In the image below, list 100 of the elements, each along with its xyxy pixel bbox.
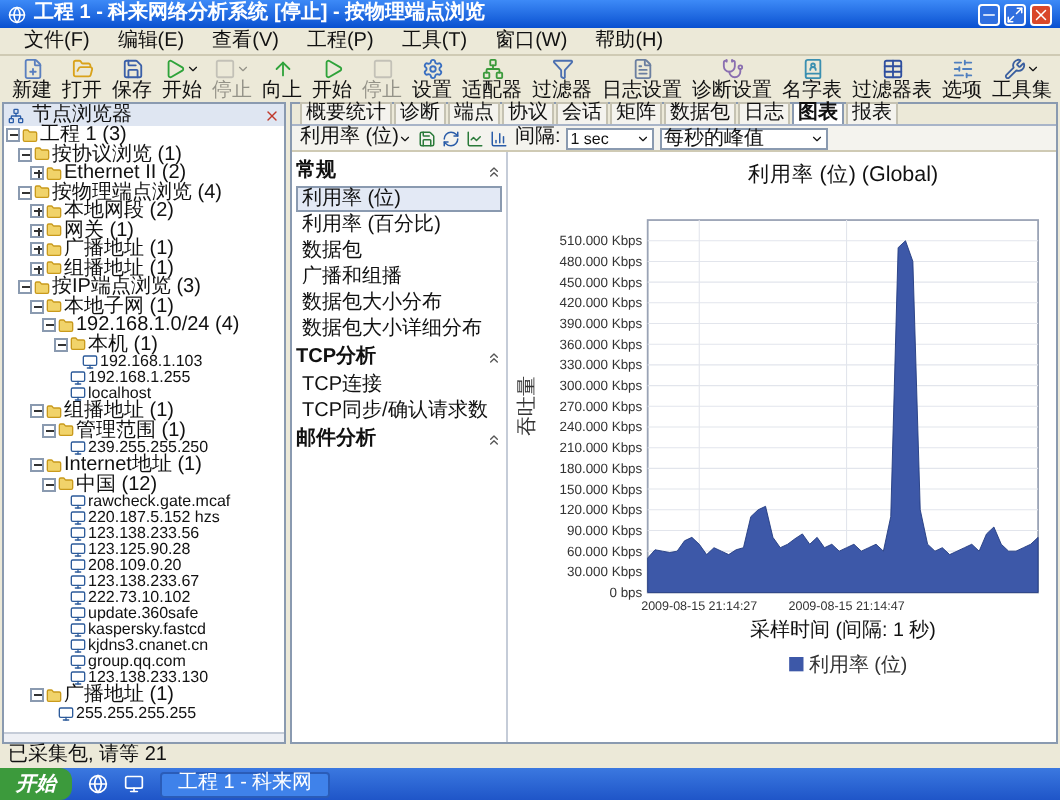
tab[interactable]: 矩阵	[610, 102, 662, 124]
toolbar-button[interactable]: 名字表	[778, 57, 846, 101]
tree-item[interactable]: 123.138.233.67	[88, 574, 200, 590]
tree-item[interactable]: Ethernet II (2)	[64, 164, 187, 183]
tab[interactable]: 图表	[792, 102, 844, 124]
menu-item[interactable]: 文件(F)	[24, 31, 90, 51]
maximize-icon[interactable]	[1004, 3, 1026, 25]
tree-item[interactable]: 220.187.5.152 hzs	[88, 510, 220, 526]
toolbar-button[interactable]: 工具集	[988, 57, 1056, 101]
tree-item[interactable]: 工程 1 (3)	[40, 126, 127, 145]
tree-item[interactable]: update.360safe	[88, 606, 199, 622]
menu-item[interactable]: 工程(P)	[306, 31, 374, 51]
tree-item[interactable]: 广播地址 (1)	[64, 686, 174, 705]
toolbar-button[interactable]: 打开	[58, 57, 106, 101]
menu-item[interactable]: 窗口(W)	[495, 31, 568, 51]
tree-item[interactable]: 管理范围 (1)	[76, 421, 186, 440]
tab[interactable]: 诊断	[394, 102, 446, 124]
chart-list-item[interactable]: 数据包大小详细分布	[296, 316, 502, 342]
collapse-toggle[interactable]	[18, 280, 32, 295]
tree-item[interactable]: 按IP端点浏览 (3)	[52, 278, 201, 297]
collapse-icon[interactable]	[486, 164, 502, 180]
tree-item[interactable]: 222.73.10.102	[88, 590, 191, 606]
tree-item[interactable]: 按物理端点浏览 (4)	[52, 183, 222, 202]
collapse-toggle[interactable]	[30, 688, 44, 703]
tree-item[interactable]: 192.168.1.0/24 (4)	[76, 316, 240, 335]
tree-item[interactable]: 239.255.255.250	[88, 440, 209, 456]
expand-toggle[interactable]	[30, 261, 44, 276]
chart-list-item[interactable]: 利用率 (位)	[296, 186, 502, 212]
tree-item[interactable]: 192.168.1.103	[100, 354, 203, 370]
tree-item[interactable]: 按协议浏览 (1)	[52, 145, 182, 164]
tab[interactable]: 数据包	[664, 102, 736, 124]
line-chart-icon[interactable]	[466, 129, 485, 147]
tab[interactable]: 日志	[738, 102, 790, 124]
tree-item[interactable]: 123.125.90.28	[88, 542, 191, 558]
collapse-toggle[interactable]	[6, 128, 20, 143]
tree-item[interactable]: kaspersky.fastcd	[88, 622, 206, 638]
menu-item[interactable]: 工具(T)	[401, 31, 468, 51]
collapse-toggle[interactable]	[30, 404, 44, 419]
metric-dropdown[interactable]: 利用率 (位)	[300, 128, 413, 148]
quick-launch-icon[interactable]	[88, 774, 108, 794]
tree-item[interactable]: 组播地址 (1)	[64, 402, 174, 421]
collapse-toggle[interactable]	[18, 147, 32, 162]
tree-item[interactable]: localhost	[88, 386, 152, 402]
mode-dropdown[interactable]: 每秒的峰值	[660, 127, 829, 149]
toolbar-button[interactable]: 向上	[258, 57, 306, 101]
toolbar-button[interactable]: 选项	[938, 57, 986, 101]
toolbar-button[interactable]: 开始	[308, 57, 356, 101]
tree-item[interactable]: 208.109.0.20	[88, 558, 182, 574]
toolbar-button[interactable]: 适配器	[458, 57, 526, 101]
tree-item[interactable]: 本机 (1)	[88, 335, 158, 354]
collapse-toggle[interactable]	[30, 299, 44, 314]
interval-dropdown[interactable]: 1 sec	[566, 127, 655, 149]
collapse-icon[interactable]	[486, 350, 502, 366]
refresh-icon[interactable]	[442, 129, 461, 147]
tree-item[interactable]: 本地网段 (2)	[64, 202, 174, 221]
chart-list-item[interactable]: 数据包	[296, 238, 502, 264]
save-icon[interactable]	[418, 129, 437, 147]
expand-toggle[interactable]	[30, 223, 44, 238]
tree-item[interactable]: 组播地址 (1)	[64, 259, 174, 278]
collapse-toggle[interactable]	[42, 423, 56, 438]
toolbar-button[interactable]: 日志设置	[598, 57, 686, 101]
toolbar-button[interactable]: 开始	[158, 57, 206, 101]
toolbar-button[interactable]: 设置	[408, 57, 456, 101]
tree-item[interactable]: group.qq.com	[88, 654, 186, 670]
collapse-icon[interactable]	[486, 432, 502, 448]
chart-list-item[interactable]: 利用率 (百分比)	[296, 212, 502, 238]
tab[interactable]: 概要统计	[300, 102, 392, 124]
tab[interactable]: 端点	[448, 102, 500, 124]
tab[interactable]: 会话	[556, 102, 608, 124]
horizontal-scrollbar[interactable]	[4, 732, 284, 742]
taskbar-item[interactable]: 工程 1 - 科来网	[160, 771, 331, 797]
menu-item[interactable]: 帮助(H)	[595, 31, 664, 51]
collapse-toggle[interactable]	[54, 337, 68, 352]
expand-toggle[interactable]	[30, 204, 44, 219]
tree-item[interactable]: Internet地址 (1)	[64, 456, 202, 475]
minimize-icon[interactable]	[978, 3, 1000, 25]
tree-item[interactable]: 网关 (1)	[64, 221, 134, 240]
tree-item[interactable]: 123.138.233.130	[88, 670, 209, 686]
chart-list-item[interactable]: 数据包大小分布	[296, 290, 502, 316]
tree-item[interactable]: 广播地址 (1)	[64, 240, 174, 259]
tree-item[interactable]: 255.255.255.255	[76, 705, 197, 721]
quick-launch-icon[interactable]	[124, 774, 144, 794]
tree-item[interactable]: rawcheck.gate.mcaf	[88, 494, 231, 510]
chart-list-item[interactable]: TCP同步/确认请求数	[296, 398, 502, 424]
collapse-toggle[interactable]	[18, 185, 32, 200]
collapse-toggle[interactable]	[42, 477, 56, 492]
collapse-toggle[interactable]	[42, 318, 56, 333]
chart-list-item[interactable]: 广播和组播	[296, 264, 502, 290]
start-button[interactable]: 开始	[0, 768, 72, 800]
tab[interactable]: 协议	[502, 102, 554, 124]
collapse-toggle[interactable]	[30, 458, 44, 473]
bar-chart-icon[interactable]	[490, 129, 509, 147]
toolbar-button[interactable]: 过滤器表	[848, 57, 936, 101]
expand-toggle[interactable]	[30, 242, 44, 257]
toolbar-button[interactable]: 保存	[108, 57, 156, 101]
toolbar-button[interactable]: 过滤器	[528, 57, 596, 101]
tree-item[interactable]: 192.168.1.255	[88, 370, 191, 386]
tree-item[interactable]: kjdns3.cnanet.cn	[88, 638, 209, 654]
expand-toggle[interactable]	[30, 166, 44, 181]
tab[interactable]: 报表	[846, 102, 898, 124]
